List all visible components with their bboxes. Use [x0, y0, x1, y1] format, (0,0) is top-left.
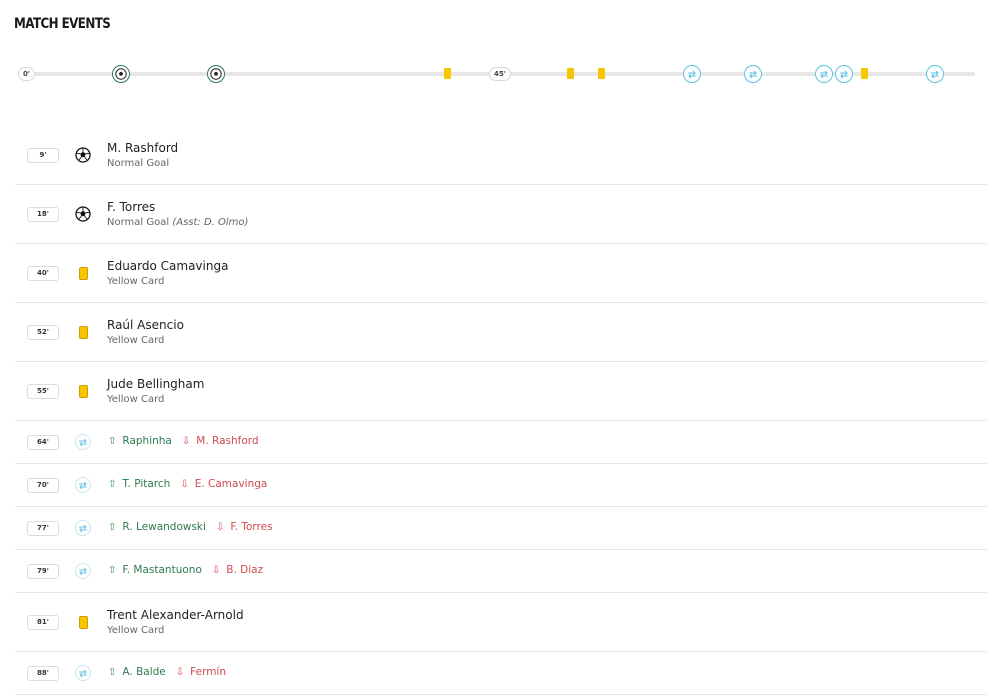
arrow-up-icon: ⇧ [108, 478, 117, 490]
arrow-down-icon: ⇩ [215, 521, 225, 533]
soccer-ball-icon [74, 205, 92, 223]
event-minute: 88' [27, 666, 59, 681]
substitution-details: ⇧ F. Mastantuono ⇩ B. Diaz [108, 564, 263, 576]
player-name[interactable]: Trent Alexander-Arnold [107, 608, 244, 622]
event-description: Normal Goal (Asst: D. Olmo) [107, 217, 248, 228]
event-minute: 55' [27, 384, 59, 399]
arrow-down-icon: ⇩ [180, 478, 189, 490]
event-minute: 40' [27, 266, 59, 281]
event-row: 70' ⇧ T. Pitarch ⇩ E. Camavinga [15, 464, 987, 507]
substitution-details: ⇧ R. Lewandowski ⇩ F. Torres [108, 521, 273, 533]
event-row: 18' F. Torres Normal Goal (Asst: D. Olmo) [15, 185, 987, 244]
timeline-substitution-icon[interactable] [683, 65, 702, 83]
substitution-icon [74, 476, 92, 494]
event-minute: 52' [27, 325, 59, 340]
event-row: 40' Eduardo Camavinga Yellow Card [15, 244, 987, 303]
event-row: 77' ⇧ R. Lewandowski ⇩ F. Torres [15, 507, 987, 550]
timeline-goal-icon[interactable] [111, 65, 130, 83]
event-row: 64' ⇧ Raphinha ⇩ M. Rashford [15, 421, 987, 464]
event-description: Normal Goal [107, 158, 169, 169]
event-description: Yellow Card [107, 625, 164, 636]
event-minute: 77' [27, 521, 59, 536]
event-minute: 64' [27, 435, 59, 450]
event-type-label: Normal Goal [107, 158, 170, 169]
player-out[interactable]: B. Diaz [226, 564, 263, 576]
timeline-start-marker: 0' [18, 67, 36, 81]
timeline-substitution-icon[interactable] [814, 65, 833, 83]
arrow-up-icon: ⇧ [108, 521, 117, 533]
player-out[interactable]: Fermín [190, 666, 226, 678]
event-row: 81' Trent Alexander-Arnold Yellow Card [15, 593, 987, 652]
timeline-substitution-icon[interactable] [743, 65, 762, 83]
timeline-halftime-marker: 45' [489, 67, 511, 81]
event-row: 79' ⇧ F. Mastantuono ⇩ B. Diaz [15, 550, 987, 593]
timeline-substitution-icon[interactable] [925, 65, 944, 83]
event-row: 88' ⇧ A. Balde ⇩ Fermín [15, 652, 987, 695]
player-name[interactable]: Jude Bellingham [107, 377, 204, 391]
player-in[interactable]: T. Pitarch [122, 478, 170, 490]
player-in[interactable]: F. Mastantuono [122, 564, 201, 576]
timeline-yellow-card-icon[interactable] [443, 68, 451, 79]
event-row: 9' M. Rashford Normal Goal [15, 126, 987, 185]
player-out[interactable]: E. Camavinga [195, 478, 268, 490]
arrow-down-icon: ⇩ [211, 564, 221, 576]
timeline-substitution-icon[interactable] [834, 65, 853, 83]
event-row: 55' Jude Bellingham Yellow Card [15, 362, 987, 421]
timeline-yellow-card-icon[interactable] [597, 68, 605, 79]
substitution-icon [74, 562, 92, 580]
player-in[interactable]: Raphinha [122, 435, 171, 447]
match-timeline: 0' 45' [0, 60, 994, 90]
player-name[interactable]: F. Torres [107, 200, 155, 214]
yellow-card-icon [74, 613, 92, 631]
arrow-up-icon: ⇧ [108, 564, 117, 576]
yellow-card-icon [74, 382, 92, 400]
events-list: 9' M. Rashford Normal Goal 18' F. Torres Norm… [15, 126, 987, 695]
event-description: Yellow Card [107, 276, 164, 287]
substitution-details: ⇧ T. Pitarch ⇩ E. Camavinga [108, 478, 267, 490]
event-type-label: Yellow Card [107, 394, 165, 405]
event-minute: 70' [27, 478, 59, 493]
arrow-up-icon: ⇧ [108, 666, 117, 678]
timeline-yellow-card-icon[interactable] [567, 68, 575, 79]
event-description: Yellow Card [107, 394, 164, 405]
timeline-goal-icon[interactable] [206, 65, 225, 83]
event-minute: 18' [27, 207, 59, 222]
soccer-ball-icon [74, 146, 92, 164]
substitution-icon [74, 519, 92, 537]
event-type-label: Yellow Card [107, 276, 165, 287]
substitution-details: ⇧ A. Balde ⇩ Fermín [108, 666, 226, 678]
substitution-icon [74, 664, 92, 682]
section-title: MATCH EVENTS [14, 16, 111, 32]
player-name[interactable]: Raúl Asencio [107, 318, 184, 332]
substitution-icon [74, 433, 92, 451]
event-minute: 79' [27, 564, 59, 579]
arrow-down-icon: ⇩ [181, 435, 191, 447]
arrow-up-icon: ⇧ [108, 435, 117, 447]
event-type-label: Yellow Card [107, 335, 165, 346]
assist-label: (Asst: D. Olmo) [172, 217, 249, 228]
substitution-details: ⇧ Raphinha ⇩ M. Rashford [108, 435, 259, 447]
player-name[interactable]: M. Rashford [107, 141, 178, 155]
event-minute: 9' [27, 148, 59, 163]
arrow-down-icon: ⇩ [175, 666, 185, 678]
player-in[interactable]: A. Balde [122, 666, 165, 678]
player-out[interactable]: F. Torres [230, 521, 272, 533]
player-out[interactable]: M. Rashford [196, 435, 258, 447]
player-in[interactable]: R. Lewandowski [122, 521, 206, 533]
event-minute: 81' [27, 615, 59, 630]
yellow-card-icon [74, 323, 92, 341]
timeline-yellow-card-icon[interactable] [860, 68, 868, 79]
event-type-label: Normal Goal [107, 217, 170, 228]
yellow-card-icon [74, 264, 92, 282]
player-name[interactable]: Eduardo Camavinga [107, 259, 228, 273]
event-description: Yellow Card [107, 335, 164, 346]
event-row: 52' Raúl Asencio Yellow Card [15, 303, 987, 362]
event-type-label: Yellow Card [107, 625, 165, 636]
